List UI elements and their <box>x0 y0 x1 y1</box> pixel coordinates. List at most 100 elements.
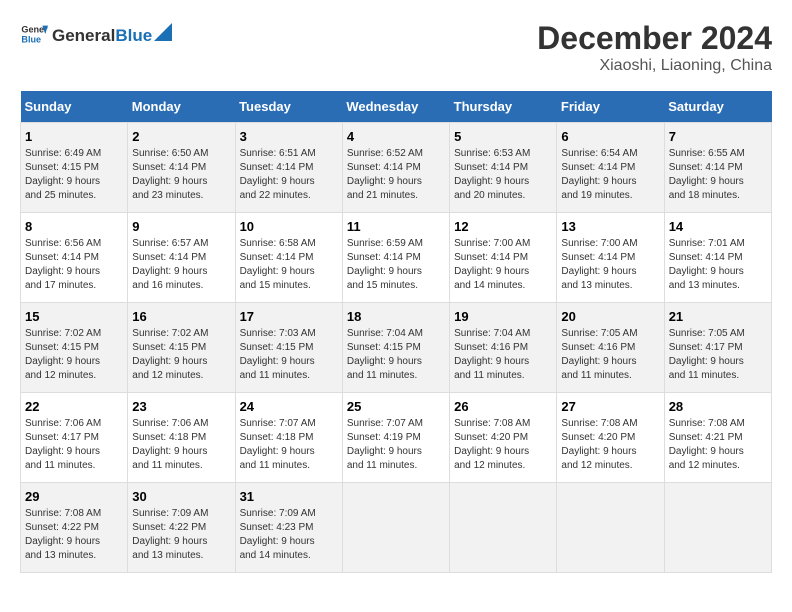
calendar-cell: 2 Sunrise: 6:50 AM Sunset: 4:14 PM Daylig… <box>128 123 235 213</box>
logo-text-blue: Blue <box>115 26 152 46</box>
day-info: Sunrise: 7:07 AM Sunset: 4:19 PM Dayligh… <box>347 417 445 473</box>
calendar-cell: 3 Sunrise: 6:51 AM Sunset: 4:14 PM Daylig… <box>235 123 342 213</box>
calendar-cell: 15Sunrise: 7:02 AM Sunset: 4:15 PM Dayli… <box>21 303 128 393</box>
day-info: Sunrise: 7:01 AM Sunset: 4:14 PM Dayligh… <box>669 237 767 293</box>
calendar-week-row: 15Sunrise: 7:02 AM Sunset: 4:15 PM Dayli… <box>21 303 772 393</box>
calendar-cell: 5Sunrise: 6:53 AM Sunset: 4:14 PM Daylig… <box>450 123 557 213</box>
day-number: 10 <box>240 219 338 234</box>
day-number: 14 <box>669 219 767 234</box>
calendar-cell: 11 Sunrise: 6:59 AM Sunset: 4:14 PM Dayli… <box>342 213 449 303</box>
calendar-cell: 18 Sunrise: 7:04 AM Sunset: 4:15 PM Dayli… <box>342 303 449 393</box>
weekday-header-tuesday: Tuesday <box>235 91 342 123</box>
logo-text-general: General <box>52 26 115 46</box>
day-info: Sunrise: 7:06 AM Sunset: 4:18 PM Dayligh… <box>132 417 230 473</box>
day-info: Sunrise: 7:08 AM Sunset: 4:20 PM Dayligh… <box>454 417 552 473</box>
day-number: 30 <box>132 489 230 504</box>
day-info: Sunrise: 6:58 AM Sunset: 4:14 PM Dayligh… <box>240 237 338 293</box>
day-number: 22 <box>25 399 123 414</box>
day-number: 19 <box>454 309 552 324</box>
day-number: 20 <box>561 309 659 324</box>
calendar-body: 1 Sunrise: 6:49 AM Sunset: 4:15 PM Daylig… <box>21 123 772 573</box>
calendar-cell: 22 Sunrise: 7:06 AM Sunset: 4:17 PM Dayli… <box>21 393 128 483</box>
logo: General Blue General Blue <box>20 20 172 48</box>
day-number: 31 <box>240 489 338 504</box>
day-number: 9 <box>132 219 230 234</box>
logo-triangle-icon <box>154 23 172 41</box>
calendar-cell: 1 Sunrise: 6:49 AM Sunset: 4:15 PM Daylig… <box>21 123 128 213</box>
calendar-cell <box>450 483 557 573</box>
day-number: 17 <box>240 309 338 324</box>
day-info: Sunrise: 7:02 AM Sunset: 4:15 PM Dayligh… <box>132 327 230 383</box>
day-info: Sunrise: 6:54 AM Sunset: 4:14 PM Dayligh… <box>561 147 659 203</box>
day-number: 2 <box>132 129 230 144</box>
calendar-cell: 12 Sunrise: 7:00 AM Sunset: 4:14 PM Dayli… <box>450 213 557 303</box>
day-info: Sunrise: 6:53 AM Sunset: 4:14 PM Dayligh… <box>454 147 552 203</box>
calendar-cell: 6 Sunrise: 6:54 AM Sunset: 4:14 PM Daylig… <box>557 123 664 213</box>
weekday-header-thursday: Thursday <box>450 91 557 123</box>
day-info: Sunrise: 7:04 AM Sunset: 4:15 PM Dayligh… <box>347 327 445 383</box>
calendar-header: SundayMondayTuesdayWednesdayThursdayFrid… <box>21 91 772 123</box>
calendar-week-row: 22 Sunrise: 7:06 AM Sunset: 4:17 PM Dayli… <box>21 393 772 483</box>
calendar-cell: 24Sunrise: 7:07 AM Sunset: 4:18 PM Dayli… <box>235 393 342 483</box>
calendar-cell <box>557 483 664 573</box>
day-number: 1 <box>25 129 123 144</box>
calendar-cell: 29 Sunrise: 7:08 AM Sunset: 4:22 PM Dayli… <box>21 483 128 573</box>
day-info: Sunrise: 6:57 AM Sunset: 4:14 PM Dayligh… <box>132 237 230 293</box>
calendar-cell <box>342 483 449 573</box>
calendar-cell: 7 Sunrise: 6:55 AM Sunset: 4:14 PM Daylig… <box>664 123 771 213</box>
day-info: Sunrise: 6:50 AM Sunset: 4:14 PM Dayligh… <box>132 147 230 203</box>
day-number: 6 <box>561 129 659 144</box>
calendar-cell: 10 Sunrise: 6:58 AM Sunset: 4:14 PM Dayli… <box>235 213 342 303</box>
day-number: 24 <box>240 399 338 414</box>
svg-text:Blue: Blue <box>21 34 41 44</box>
calendar-week-row: 1 Sunrise: 6:49 AM Sunset: 4:15 PM Daylig… <box>21 123 772 213</box>
calendar-table: SundayMondayTuesdayWednesdayThursdayFrid… <box>20 91 772 573</box>
day-info: Sunrise: 7:08 AM Sunset: 4:22 PM Dayligh… <box>25 507 123 563</box>
day-info: Sunrise: 7:00 AM Sunset: 4:14 PM Dayligh… <box>561 237 659 293</box>
day-info: Sunrise: 6:49 AM Sunset: 4:15 PM Dayligh… <box>25 147 123 203</box>
day-info: Sunrise: 6:52 AM Sunset: 4:14 PM Dayligh… <box>347 147 445 203</box>
title-area: December 2024 Xiaoshi, Liaoning, China <box>537 20 772 75</box>
calendar-cell: 8Sunrise: 6:56 AM Sunset: 4:14 PM Daylig… <box>21 213 128 303</box>
day-number: 7 <box>669 129 767 144</box>
calendar-cell: 14 Sunrise: 7:01 AM Sunset: 4:14 PM Dayli… <box>664 213 771 303</box>
day-info: Sunrise: 7:02 AM Sunset: 4:15 PM Dayligh… <box>25 327 123 383</box>
day-info: Sunrise: 7:05 AM Sunset: 4:17 PM Dayligh… <box>669 327 767 383</box>
day-info: Sunrise: 7:08 AM Sunset: 4:20 PM Dayligh… <box>561 417 659 473</box>
calendar-week-row: 29 Sunrise: 7:08 AM Sunset: 4:22 PM Dayli… <box>21 483 772 573</box>
day-info: Sunrise: 6:59 AM Sunset: 4:14 PM Dayligh… <box>347 237 445 293</box>
day-number: 28 <box>669 399 767 414</box>
day-info: Sunrise: 7:06 AM Sunset: 4:17 PM Dayligh… <box>25 417 123 473</box>
day-info: Sunrise: 6:51 AM Sunset: 4:14 PM Dayligh… <box>240 147 338 203</box>
day-info: Sunrise: 7:03 AM Sunset: 4:15 PM Dayligh… <box>240 327 338 383</box>
day-info: Sunrise: 7:04 AM Sunset: 4:16 PM Dayligh… <box>454 327 552 383</box>
calendar-cell: 23 Sunrise: 7:06 AM Sunset: 4:18 PM Dayli… <box>128 393 235 483</box>
calendar-cell <box>664 483 771 573</box>
calendar-cell: 9 Sunrise: 6:57 AM Sunset: 4:14 PM Daylig… <box>128 213 235 303</box>
day-number: 27 <box>561 399 659 414</box>
day-number: 18 <box>347 309 445 324</box>
weekday-header-saturday: Saturday <box>664 91 771 123</box>
day-number: 12 <box>454 219 552 234</box>
day-number: 23 <box>132 399 230 414</box>
header: General Blue General Blue December 2024 … <box>20 20 772 75</box>
calendar-cell: 31 Sunrise: 7:09 AM Sunset: 4:23 PM Dayli… <box>235 483 342 573</box>
day-number: 21 <box>669 309 767 324</box>
subtitle: Xiaoshi, Liaoning, China <box>537 57 772 75</box>
day-info: Sunrise: 7:09 AM Sunset: 4:22 PM Dayligh… <box>132 507 230 563</box>
day-info: Sunrise: 7:09 AM Sunset: 4:23 PM Dayligh… <box>240 507 338 563</box>
day-number: 26 <box>454 399 552 414</box>
weekday-header-friday: Friday <box>557 91 664 123</box>
main-title: December 2024 <box>537 20 772 57</box>
day-number: 11 <box>347 219 445 234</box>
day-number: 16 <box>132 309 230 324</box>
day-number: 29 <box>25 489 123 504</box>
day-number: 3 <box>240 129 338 144</box>
day-number: 25 <box>347 399 445 414</box>
day-info: Sunrise: 6:55 AM Sunset: 4:14 PM Dayligh… <box>669 147 767 203</box>
calendar-cell: 28Sunrise: 7:08 AM Sunset: 4:21 PM Dayli… <box>664 393 771 483</box>
weekday-header-sunday: Sunday <box>21 91 128 123</box>
calendar-cell: 13Sunrise: 7:00 AM Sunset: 4:14 PM Dayli… <box>557 213 664 303</box>
day-info: Sunrise: 7:00 AM Sunset: 4:14 PM Dayligh… <box>454 237 552 293</box>
weekday-header-row: SundayMondayTuesdayWednesdayThursdayFrid… <box>21 91 772 123</box>
